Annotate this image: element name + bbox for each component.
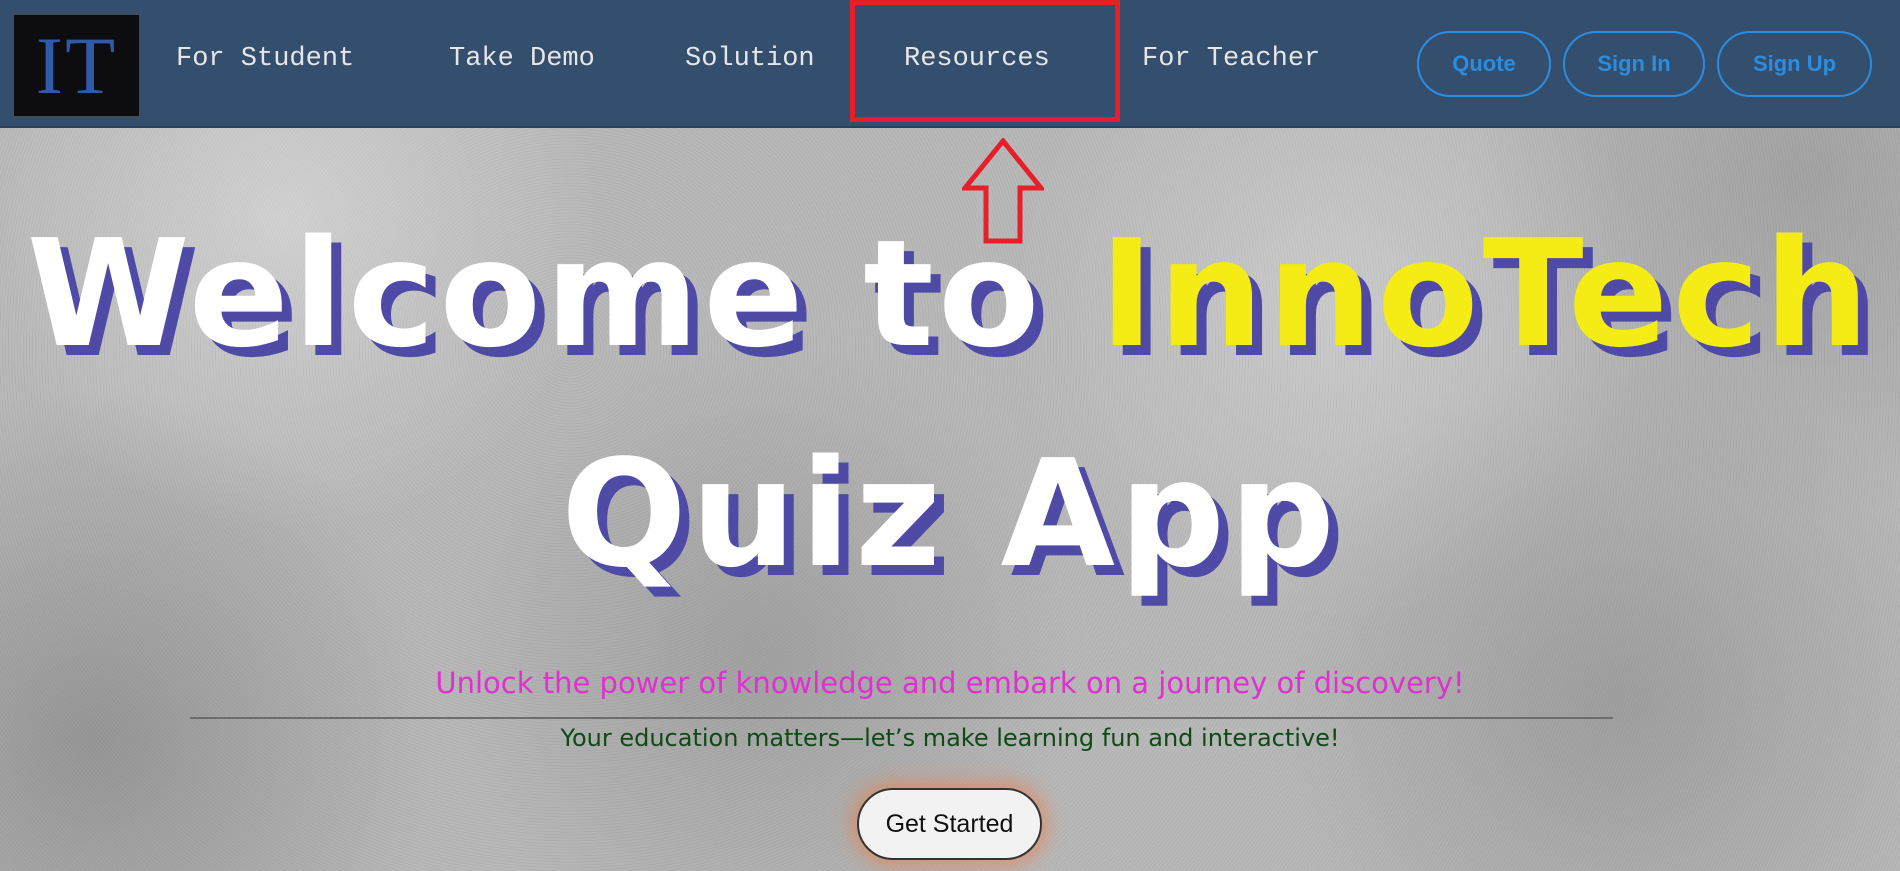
get-started-button[interactable]: Get Started: [857, 788, 1042, 860]
hero-title-line-2: Quiz App: [561, 428, 1339, 600]
hero-tagline: Unlock the power of knowledge and embark…: [435, 666, 1465, 700]
page: IT For Student Take Demo Solution Resour…: [0, 0, 1900, 871]
hero-subline: Your education matters—let’s make learni…: [560, 724, 1340, 752]
sign-up-button[interactable]: Sign Up: [1717, 31, 1872, 97]
hero-title-brand: InnoTech: [1099, 208, 1874, 380]
sign-in-button[interactable]: Sign In: [1563, 31, 1705, 97]
hero-title-prefix: Welcome to: [26, 208, 1044, 380]
site-logo[interactable]: IT: [13, 14, 140, 117]
nav-link-for-teacher[interactable]: For Teacher: [1142, 44, 1320, 74]
resources-highlight-box: [850, 0, 1120, 122]
nav-link-take-demo[interactable]: Take Demo: [449, 44, 595, 74]
nav-link-for-student[interactable]: For Student: [176, 44, 354, 74]
hero-title-line-1: Welcome to InnoTech: [0, 220, 1900, 368]
quote-button[interactable]: Quote: [1417, 31, 1551, 97]
navbar: IT For Student Take Demo Solution Resour…: [0, 0, 1900, 128]
hero-divider: [190, 717, 1613, 719]
nav-link-solution[interactable]: Solution: [685, 44, 815, 74]
